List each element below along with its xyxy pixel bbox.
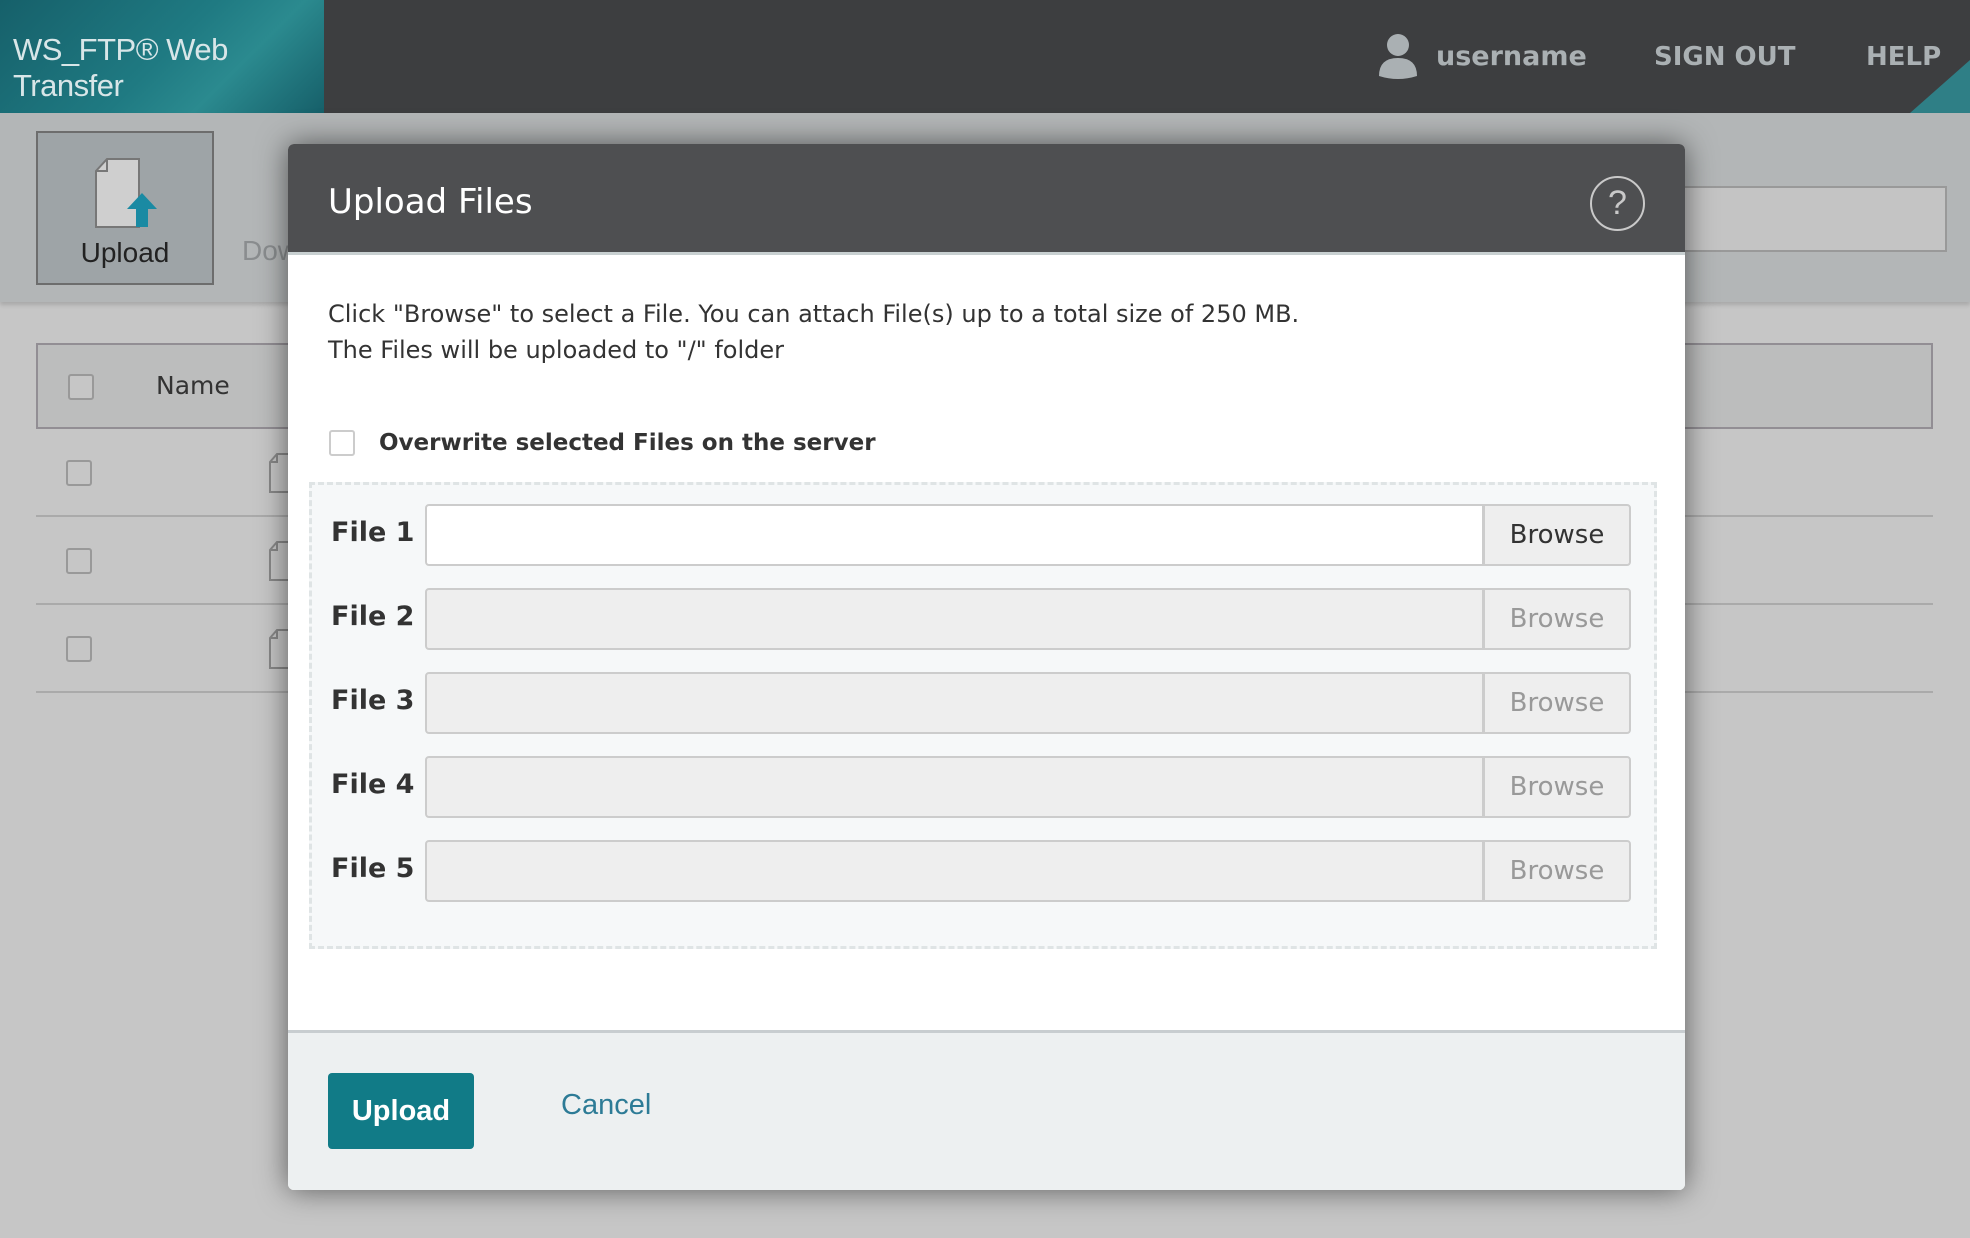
- upload-button[interactable]: Upload: [328, 1073, 474, 1149]
- file-inputs-area: File 1 Browse File 2 Browse File 3 Browse F…: [309, 482, 1657, 949]
- row-checkbox[interactable]: [66, 460, 92, 486]
- file-5-browse-button[interactable]: Browse: [1484, 840, 1631, 902]
- file-2-browse-button[interactable]: Browse: [1484, 588, 1631, 650]
- sign-out-link[interactable]: SIGN OUT: [1654, 42, 1796, 72]
- file-2-input[interactable]: [425, 588, 1484, 650]
- select-all-checkbox[interactable]: [68, 374, 94, 400]
- file-1-input[interactable]: [425, 504, 1484, 566]
- top-bar: WS_FTP® Web Transfer username SIGN OUT H…: [0, 0, 1970, 113]
- file-label: File 3: [331, 685, 415, 716]
- file-row-5: File 5 Browse: [312, 840, 1654, 902]
- app-logo: WS_FTP® Web Transfer: [0, 0, 324, 113]
- instruction-line: Click "Browse" to select a File. You can…: [328, 300, 1300, 328]
- file-1-browse-button[interactable]: Browse: [1484, 504, 1631, 566]
- user-menu[interactable]: username: [1378, 32, 1587, 80]
- dialog-header: Upload Files ?: [288, 144, 1685, 255]
- column-name[interactable]: Name: [156, 371, 230, 400]
- file-row-3: File 3 Browse: [312, 672, 1654, 734]
- row-checkbox[interactable]: [66, 636, 92, 662]
- dialog-title: Upload Files: [328, 182, 533, 222]
- file-label: File 5: [331, 853, 415, 884]
- toolbar-upload-label: Upload: [80, 237, 170, 268]
- file-3-browse-button[interactable]: Browse: [1484, 672, 1631, 734]
- row-checkbox[interactable]: [66, 548, 92, 574]
- upload-files-dialog: Upload Files ? Click "Browse" to select …: [288, 144, 1685, 1190]
- dialog-footer: Upload Cancel: [288, 1030, 1685, 1190]
- file-label: File 4: [331, 769, 415, 800]
- file-3-input[interactable]: [425, 672, 1484, 734]
- file-row-1: File 1 Browse: [312, 504, 1654, 566]
- upload-file-icon: [95, 158, 157, 228]
- file-row-2: File 2 Browse: [312, 588, 1654, 650]
- file-4-browse-button[interactable]: Browse: [1484, 756, 1631, 818]
- overwrite-checkbox[interactable]: [329, 430, 355, 456]
- file-5-input[interactable]: [425, 840, 1484, 902]
- overwrite-label[interactable]: Overwrite selected Files on the server: [379, 430, 876, 456]
- user-icon: [1379, 34, 1417, 79]
- toolbar-upload-button[interactable]: Upload: [36, 131, 214, 285]
- app-title: WS_FTP® Web Transfer: [13, 32, 228, 103]
- username: username: [1436, 40, 1587, 72]
- dialog-instructions: Click "Browse" to select a File. You can…: [328, 296, 1299, 368]
- search-input[interactable]: [1640, 186, 1947, 252]
- instruction-line: The Files will be uploaded to "/" folder: [328, 336, 784, 364]
- help-icon[interactable]: ?: [1590, 176, 1645, 231]
- cancel-button[interactable]: Cancel: [561, 1089, 651, 1122]
- decorative-corner: [1910, 60, 1970, 113]
- file-4-input[interactable]: [425, 756, 1484, 818]
- file-row-4: File 4 Browse: [312, 756, 1654, 818]
- file-label: File 2: [331, 601, 415, 632]
- file-label: File 1: [331, 517, 415, 548]
